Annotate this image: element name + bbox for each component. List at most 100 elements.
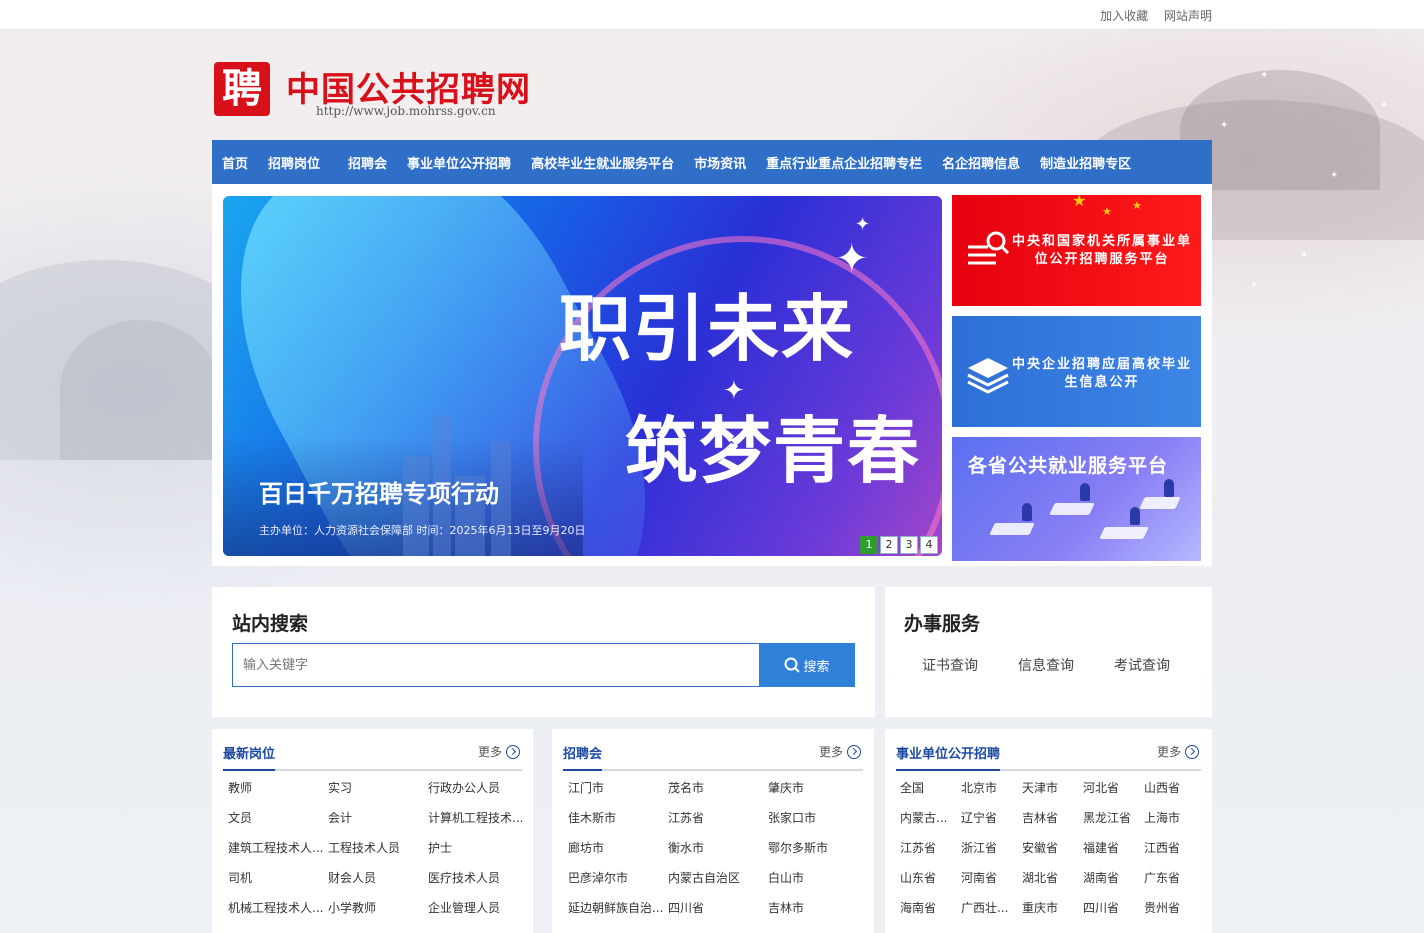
- list-header: 最新岗位 更多: [223, 743, 522, 771]
- list-item[interactable]: 护士: [428, 839, 528, 857]
- job-fairs-list: 江门市 茂名市 肇庆市佳木斯市 江苏省 张家口市廊坊市 衡水市 鄂尔多斯市巴彦淖尔市 内蒙古自…: [568, 779, 868, 917]
- service-card: 办事服务 证书查询 信息查询 考试查询: [885, 587, 1212, 717]
- list-item[interactable]: 建筑工程技术人...: [228, 839, 328, 857]
- latest-jobs-title[interactable]: 最新岗位: [223, 743, 276, 771]
- site-statement-link[interactable]: 网站声明: [1164, 9, 1212, 23]
- list-item[interactable]: 四川省: [1083, 899, 1144, 917]
- list-item[interactable]: 吉林省: [1022, 809, 1083, 827]
- job-fairs-title[interactable]: 招聘会: [563, 743, 603, 771]
- list-item[interactable]: 山西省: [1144, 779, 1205, 797]
- list-item[interactable]: 佳木斯市: [568, 809, 668, 827]
- list-item[interactable]: 财会人员: [328, 869, 428, 887]
- carousel-pagination: 1 2 3 4: [858, 536, 938, 554]
- list-item[interactable]: 衡水市: [668, 839, 768, 857]
- list-item[interactable]: 教师: [228, 779, 328, 797]
- list-item[interactable]: 司机: [228, 869, 328, 887]
- more-link[interactable]: 更多: [478, 743, 520, 760]
- central-institutions-banner[interactable]: ★ ★ ★ 中央和国家机关所属事业单位公开招聘服务平台: [952, 195, 1201, 306]
- list-item[interactable]: 湖北省: [1022, 869, 1083, 887]
- list-item[interactable]: 重庆市: [1022, 899, 1083, 917]
- list-item[interactable]: 全国: [900, 779, 961, 797]
- list-item[interactable]: 行政办公人员: [428, 779, 528, 797]
- list-item[interactable]: 福建省: [1083, 839, 1144, 857]
- add-favorite-link[interactable]: 加入收藏: [1100, 9, 1148, 23]
- list-item[interactable]: 实习: [328, 779, 428, 797]
- provincial-services-banner[interactable]: 各省公共就业服务平台: [952, 437, 1201, 561]
- list-item[interactable]: 安徽省: [1022, 839, 1083, 857]
- carousel-dot[interactable]: 3: [900, 536, 918, 554]
- nav-item-graduates[interactable]: 高校毕业生就业服务平台: [531, 153, 674, 172]
- list-item[interactable]: 吉林市: [768, 899, 868, 917]
- public-institutions-title[interactable]: 事业单位公开招聘: [896, 743, 1001, 771]
- list-item[interactable]: 延边朝鲜族自治...: [568, 899, 668, 917]
- list-item[interactable]: 广西壮...: [961, 899, 1022, 917]
- list-item[interactable]: 巴彦淖尔市: [568, 869, 668, 887]
- more-link[interactable]: 更多: [819, 743, 861, 760]
- list-item[interactable]: 海南省: [900, 899, 961, 917]
- search-input[interactable]: [232, 643, 760, 687]
- list-item[interactable]: 肇庆市: [768, 779, 868, 797]
- search-title: 站内搜索: [232, 613, 309, 635]
- nav-item-manufacturing[interactable]: 制造业招聘专区: [1040, 153, 1131, 172]
- list-item[interactable]: 茂名市: [668, 779, 768, 797]
- list-item[interactable]: 廊坊市: [568, 839, 668, 857]
- list-item[interactable]: 江门市: [568, 779, 668, 797]
- nav-item-key-industries[interactable]: 重点行业重点企业招聘专栏: [766, 153, 922, 172]
- list-item[interactable]: 机械工程技术人...: [228, 899, 328, 917]
- list-item[interactable]: 黑龙江省: [1083, 809, 1144, 827]
- search-button[interactable]: 搜索: [759, 643, 855, 687]
- exam-query-link[interactable]: 考试查询: [1114, 655, 1170, 675]
- carousel-dot[interactable]: 2: [880, 536, 898, 554]
- certificate-query-link[interactable]: 证书查询: [922, 655, 978, 675]
- central-enterprises-banner[interactable]: 中央企业招聘应届高校毕业生信息公开: [952, 316, 1201, 427]
- list-item[interactable]: 企业管理人员: [428, 899, 528, 917]
- nav-item-market-news[interactable]: 市场资讯: [694, 153, 746, 172]
- nav-item-job-fairs[interactable]: 招聘会: [348, 153, 387, 172]
- nav-item-public-institutions[interactable]: 事业单位公开招聘: [407, 153, 511, 172]
- more-link[interactable]: 更多: [1157, 743, 1199, 760]
- list-item[interactable]: 工程技术人员: [328, 839, 428, 857]
- search-icon: [784, 657, 801, 673]
- information-query-link[interactable]: 信息查询: [1018, 655, 1074, 675]
- chevron-right-icon: [1185, 744, 1199, 759]
- list-item[interactable]: 北京市: [961, 779, 1022, 797]
- nav-item-famous-companies[interactable]: 名企招聘信息: [942, 153, 1020, 172]
- list-item[interactable]: 辽宁省: [961, 809, 1022, 827]
- carousel-dot[interactable]: 4: [920, 536, 938, 554]
- list-item[interactable]: 内蒙古...: [900, 809, 961, 827]
- list-item[interactable]: 江西省: [1144, 839, 1205, 857]
- list-item[interactable]: 天津市: [1022, 779, 1083, 797]
- list-item[interactable]: 湖南省: [1083, 869, 1144, 887]
- search-button-label: 搜索: [803, 659, 830, 675]
- list-item[interactable]: 四川省: [668, 899, 768, 917]
- list-item[interactable]: 内蒙古自治区: [668, 869, 768, 887]
- list-item[interactable]: 医疗技术人员: [428, 869, 528, 887]
- layers-icon: [967, 358, 1009, 394]
- job-fairs-card: 招聘会 更多 江门市 茂名市 肇庆市佳木斯市 江苏省 张家口市廊坊市 衡水市 鄂尔多斯市巴彦…: [552, 729, 874, 933]
- more-label: 更多: [818, 745, 843, 759]
- nav-item-jobs[interactable]: 招聘岗位: [268, 153, 320, 172]
- list-item[interactable]: 小学教师: [328, 899, 428, 917]
- site-logo[interactable]: 聘 中国公共招聘网 http://www.job.mohrss.gov.cn: [214, 62, 534, 122]
- list-item[interactable]: 上海市: [1144, 809, 1205, 827]
- list-item[interactable]: 文员: [228, 809, 328, 827]
- list-item[interactable]: 山东省: [900, 869, 961, 887]
- chevron-right-icon: [847, 744, 861, 759]
- hero-carousel[interactable]: ✦ ✦ ✦ 职引未来 筑梦青春 百日千万招聘专项行动 主办单位：人力资源社会保障…: [223, 196, 942, 556]
- nav-item-home[interactable]: 首页: [222, 153, 248, 172]
- carousel-dot[interactable]: 1: [860, 536, 878, 554]
- list-item[interactable]: 江苏省: [900, 839, 961, 857]
- list-item[interactable]: 白山市: [768, 869, 868, 887]
- list-item[interactable]: 计算机工程技术...: [428, 809, 528, 827]
- list-item[interactable]: 鄂尔多斯市: [768, 839, 868, 857]
- list-item[interactable]: 浙江省: [961, 839, 1022, 857]
- top-links: 加入收藏 网站声明: [1088, 7, 1212, 24]
- list-item[interactable]: 广东省: [1144, 869, 1205, 887]
- list-item[interactable]: 河南省: [961, 869, 1022, 887]
- list-item[interactable]: 江苏省: [668, 809, 768, 827]
- list-item[interactable]: 会计: [328, 809, 428, 827]
- list-item[interactable]: 张家口市: [768, 809, 868, 827]
- central-enterprises-text: 中央企业招聘应届高校毕业生信息公开: [1012, 357, 1193, 390]
- list-item[interactable]: 贵州省: [1144, 899, 1205, 917]
- list-item[interactable]: 河北省: [1083, 779, 1144, 797]
